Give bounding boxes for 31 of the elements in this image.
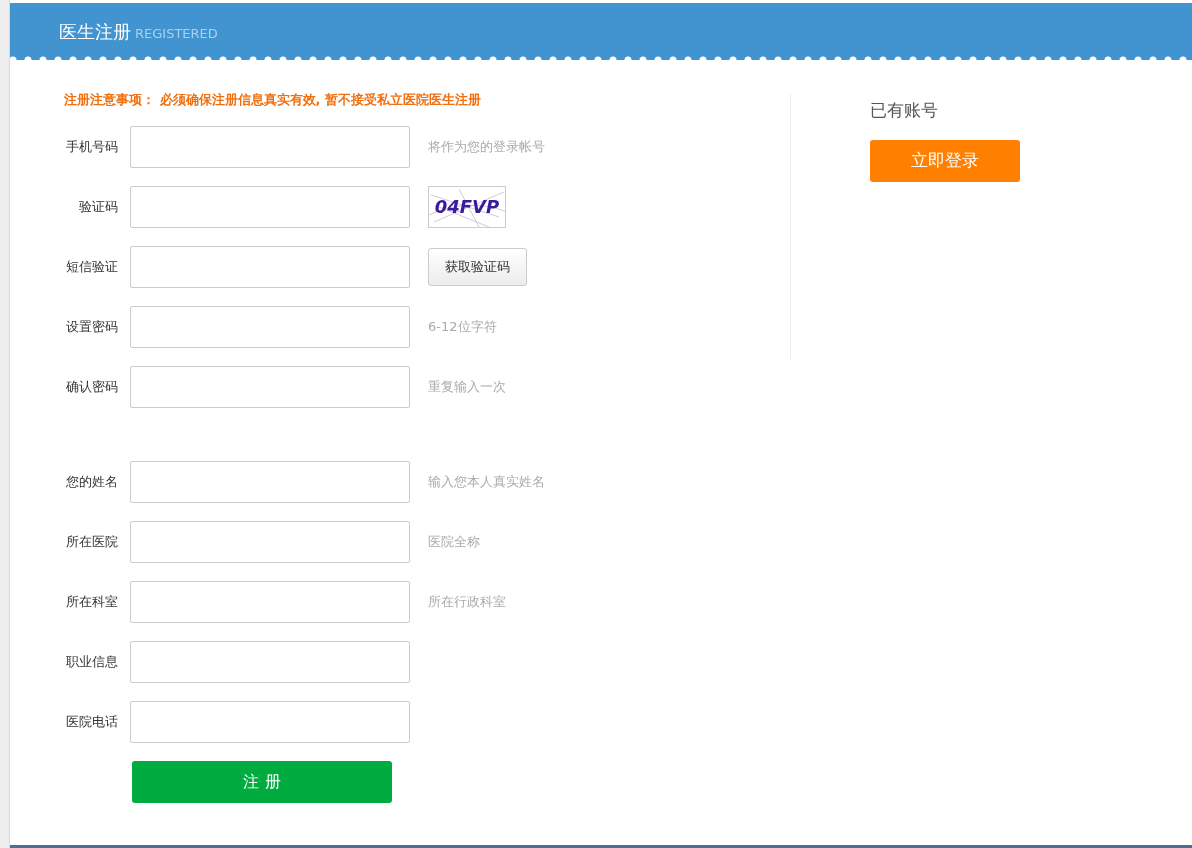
- field-label: 职业信息: [65, 652, 119, 671]
- field-label: 您的姓名: [65, 472, 119, 491]
- page-title: 医生注册: [59, 20, 131, 44]
- input-field[interactable]: [130, 460, 410, 503]
- notice-text: 注册注意事项： 必须确保注册信息真实有效, 暂不接受私立医院医生注册: [63, 91, 482, 109]
- input-field[interactable]: [130, 640, 410, 683]
- field-label: 手机号码: [65, 137, 119, 156]
- field-label: 设置密码: [65, 317, 119, 336]
- get-code-button[interactable]: 获取验证码: [428, 247, 527, 286]
- field-label: 医院电话: [65, 712, 119, 731]
- field-hint: 将作为您的登录帐号: [428, 137, 545, 156]
- input-field[interactable]: [130, 185, 410, 228]
- page-subtitle: REGISTERED: [135, 24, 218, 43]
- captcha-image[interactable]: 04FVP: [428, 185, 506, 228]
- field-label: 短信验证: [65, 257, 119, 276]
- field-hint: 6-12位字符: [428, 317, 497, 336]
- field-hint: 输入您本人真实姓名: [428, 472, 545, 491]
- field-label: 所在医院: [65, 532, 119, 551]
- input-field[interactable]: [130, 245, 410, 288]
- field-label: 确认密码: [65, 377, 119, 396]
- input-field[interactable]: [130, 580, 410, 623]
- input-field[interactable]: [130, 520, 410, 563]
- input-field[interactable]: [130, 700, 410, 743]
- input-field[interactable]: [130, 125, 410, 168]
- field-hint: 所在行政科室: [428, 592, 506, 611]
- login-heading: 已有账号: [870, 99, 939, 122]
- input-field[interactable]: [130, 305, 410, 348]
- field-hint: 医院全称: [428, 532, 480, 551]
- field-label: 所在科室: [65, 592, 119, 611]
- field-label: 验证码: [78, 197, 119, 216]
- input-field[interactable]: [130, 365, 410, 408]
